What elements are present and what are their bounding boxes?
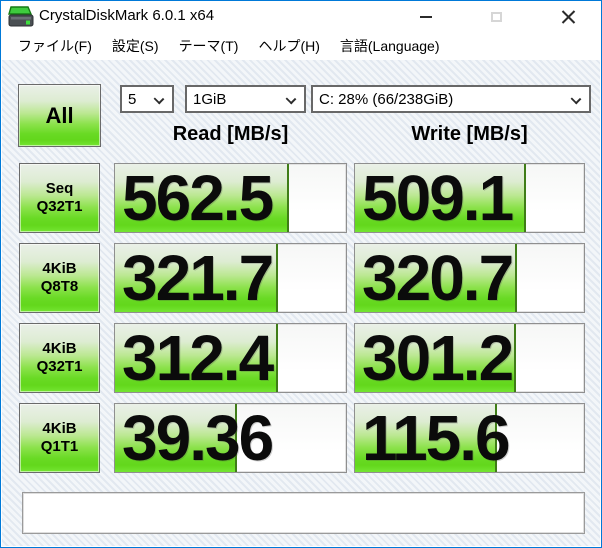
result-cell-4kib-q8t8-read: 321.7 xyxy=(114,243,347,313)
result-cell-4kib-q32t1-read: 312.4 xyxy=(114,323,347,393)
read-column-header: Read [MB/s] xyxy=(172,122,289,145)
maximize-button xyxy=(474,1,518,33)
chevron-down-icon xyxy=(285,93,297,105)
app-disk-icon xyxy=(8,6,34,27)
all-test-button[interactable]: All xyxy=(18,84,101,147)
result-value: 115.6 xyxy=(362,403,511,473)
target-drive-value: C: 28% (66/238GiB) xyxy=(319,90,454,108)
test-button-4kib-q8t8[interactable]: 4KiB Q8T8 xyxy=(19,243,100,313)
result-cell-4kib-q1t1-write: 115.6 xyxy=(354,403,585,473)
menu-file[interactable]: ファイル(F) xyxy=(10,33,100,61)
test-button-label: 4KiB xyxy=(42,420,77,437)
maximize-icon xyxy=(490,12,502,22)
test-button-label: 4KiB xyxy=(42,340,77,357)
result-value: 39.36 xyxy=(122,403,274,473)
result-cell-4kib-q32t1-write: 301.2 xyxy=(354,323,585,393)
title-bar: CrystalDiskMark 6.0.1 x64 xyxy=(1,1,601,33)
result-value: 301.2 xyxy=(362,323,514,393)
main-panel: All 5 1GiB C: 28% (66/238GiB) Read [MB/s… xyxy=(2,60,600,546)
chevron-down-icon xyxy=(153,93,165,105)
result-value: 312.4 xyxy=(122,323,274,393)
test-button-4kib-q32t1[interactable]: 4KiB Q32T1 xyxy=(19,323,100,393)
minimize-icon xyxy=(420,16,432,18)
test-button-label: 4KiB xyxy=(42,260,77,277)
crystaldiskmark-window: CrystalDiskMark 6.0.1 x64 ファイル(F) 設定(S) … xyxy=(0,0,602,548)
menu-help[interactable]: ヘルプ(H) xyxy=(250,33,327,61)
test-button-4kib-q1t1[interactable]: 4KiB Q1T1 xyxy=(19,403,100,473)
menu-theme[interactable]: テーマ(T) xyxy=(171,33,247,61)
result-cell-seq-q32t1-write: 509.1 xyxy=(354,163,585,233)
result-value: 321.7 xyxy=(122,243,274,313)
window-title: CrystalDiskMark 6.0.1 x64 xyxy=(39,7,215,24)
menu-settings[interactable]: 設定(S) xyxy=(104,33,167,61)
menu-bar: ファイル(F) 設定(S) テーマ(T) ヘルプ(H) 言語(Language) xyxy=(1,33,601,60)
menu-language[interactable]: 言語(Language) xyxy=(332,33,448,61)
comment-input[interactable] xyxy=(22,492,585,534)
result-value: 509.1 xyxy=(362,163,514,233)
test-count-select[interactable]: 5 xyxy=(120,85,174,113)
result-value: 562.5 xyxy=(122,163,274,233)
chevron-down-icon xyxy=(570,93,582,105)
test-size-value: 1GiB xyxy=(193,90,227,108)
close-button[interactable] xyxy=(546,1,590,33)
result-cell-seq-q32t1-read: 562.5 xyxy=(114,163,347,233)
all-test-label: All xyxy=(45,102,74,128)
test-button-label: Q1T1 xyxy=(40,438,79,455)
minimize-button[interactable] xyxy=(404,1,448,33)
test-button-label: Seq xyxy=(45,180,74,197)
test-button-seq-q32t1[interactable]: Seq Q32T1 xyxy=(19,163,100,233)
test-button-label: Q32T1 xyxy=(36,358,83,375)
result-value: 320.7 xyxy=(362,243,514,313)
test-button-label: Q8T8 xyxy=(40,278,79,295)
target-drive-select[interactable]: C: 28% (66/238GiB) xyxy=(311,85,591,113)
test-button-label: Q32T1 xyxy=(36,198,83,215)
close-icon xyxy=(561,10,576,25)
result-cell-4kib-q8t8-write: 320.7 xyxy=(354,243,585,313)
test-count-value: 5 xyxy=(128,90,137,108)
test-size-select[interactable]: 1GiB xyxy=(185,85,306,113)
result-cell-4kib-q1t1-read: 39.36 xyxy=(114,403,347,473)
write-column-header: Write [MB/s] xyxy=(411,122,528,145)
